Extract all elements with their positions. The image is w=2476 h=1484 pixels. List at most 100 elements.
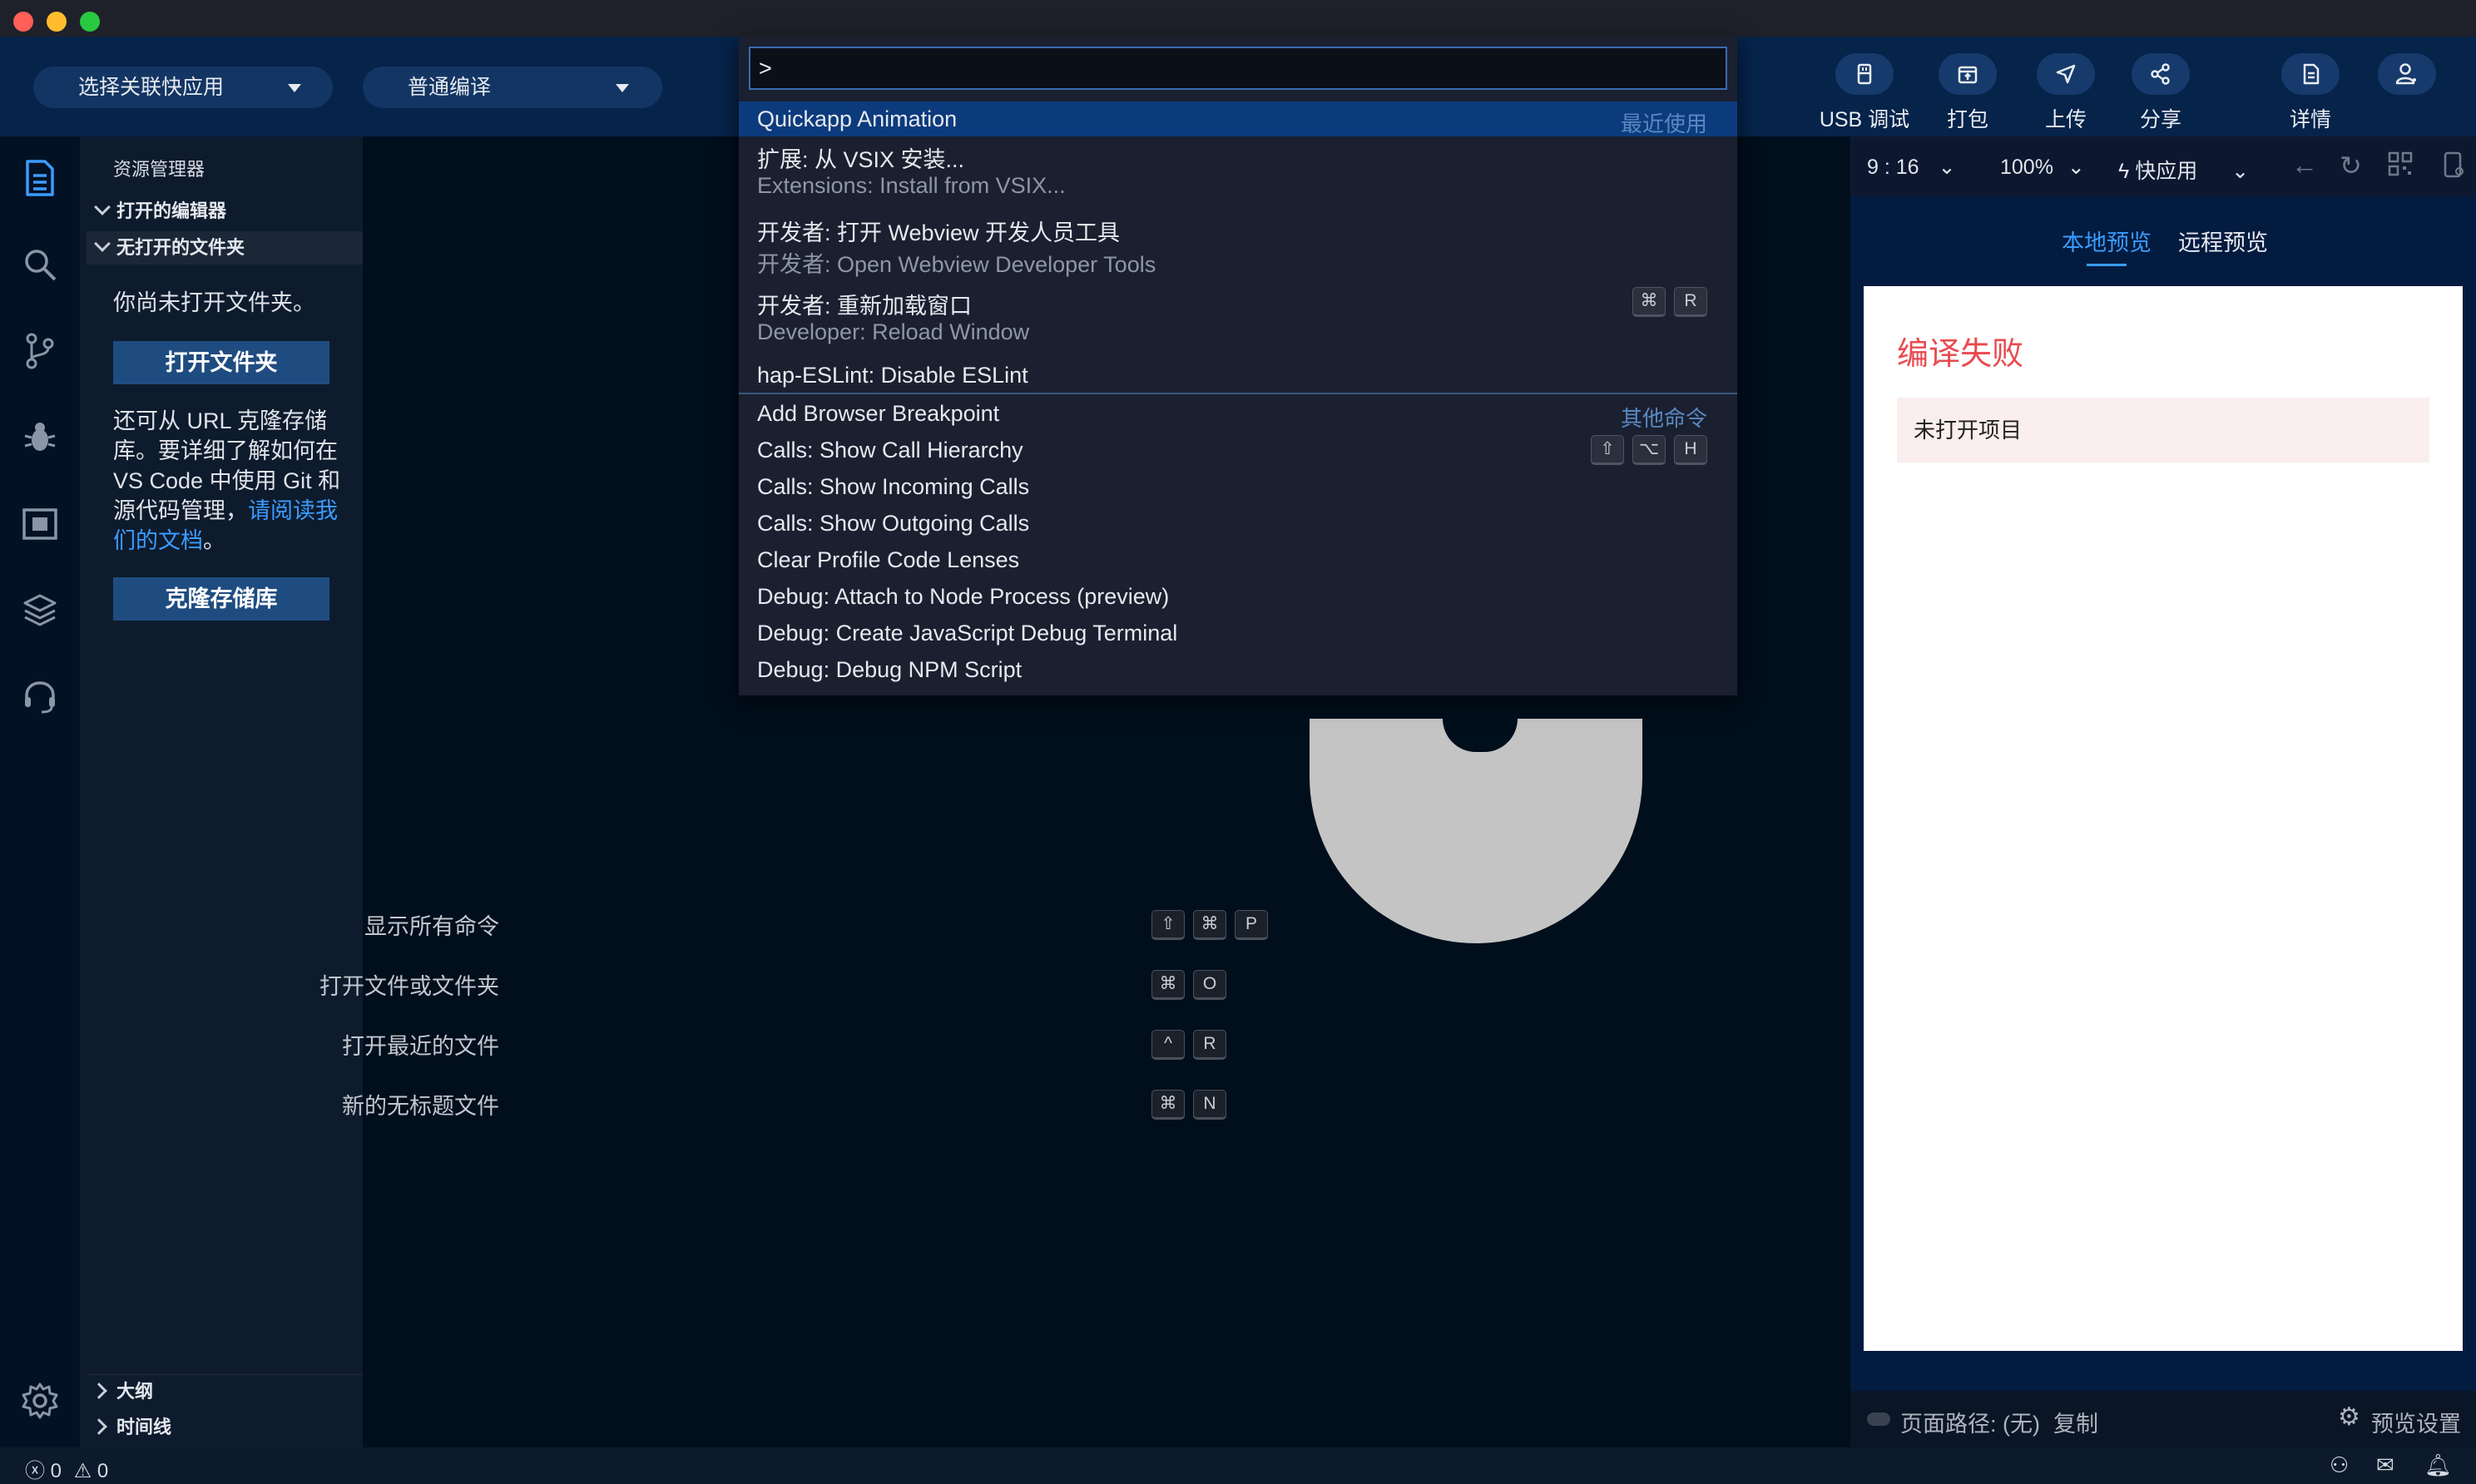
close-window-button[interactable] <box>13 12 33 32</box>
aspect-ratio-select[interactable]: 9 : 16 ⌄ <box>1867 155 1955 180</box>
explorer-sidebar: 资源管理器 打开的编辑器 无打开的文件夹 你尚未打开文件夹。 打开文件夹 还可从… <box>80 136 363 1447</box>
hint-open-file: 打开文件或文件夹 ⌘ O <box>319 970 1850 1003</box>
debug-activity-button[interactable] <box>18 416 62 459</box>
usb-icon <box>1857 63 1872 85</box>
command-title: Clear Profile Code Lenses <box>757 547 1020 572</box>
preview-footer: 页面路径: (无) 复制 ⚙ 预览设置 <box>1850 1391 2476 1447</box>
details-button[interactable]: 详情 <box>2256 53 2365 136</box>
chevron-right-icon <box>91 1383 107 1399</box>
headset-icon <box>25 681 55 714</box>
mail-icon[interactable]: ✉ <box>2376 1452 2394 1478</box>
search-icon <box>25 250 57 281</box>
support-activity-button[interactable] <box>18 675 62 719</box>
zoom-select[interactable]: 100% ⌄ <box>2000 155 2085 180</box>
qr-code-icon[interactable] <box>2388 151 2413 182</box>
command-title: Calls: Show Incoming Calls <box>757 474 1030 499</box>
refresh-icon[interactable]: ↻ <box>2340 150 2362 181</box>
timeline-label: 时间线 <box>116 1417 172 1437</box>
command-item[interactable]: Quickapp Animation 最近使用 <box>739 101 1737 136</box>
feedback-icon[interactable]: ⚇ <box>2330 1452 2349 1478</box>
status-bar: ⓧ 0 ⚠ 0 ⚇ ✉ 🔔︎ <box>0 1447 2476 1484</box>
lightning-icon: ϟ <box>2118 160 2130 183</box>
minimize-window-button[interactable] <box>47 12 67 32</box>
back-icon[interactable]: ← <box>2291 150 2318 181</box>
title-bar <box>0 0 2476 37</box>
app-type-select[interactable]: ϟ 快应用 ⌄ <box>2118 155 2249 185</box>
upload-label: 上传 <box>2044 108 2087 131</box>
command-item[interactable]: Calls: Show Outgoing Calls <box>739 506 1737 541</box>
tab-local-label: 本地预览 <box>2062 230 2152 255</box>
command-item[interactable]: 开发者: 打开 Webview 开发人员工具 开发者: Open Webview… <box>739 211 1737 283</box>
command-item[interactable]: Clear Profile Code Lenses <box>739 542 1737 577</box>
outline-section[interactable]: 大纲 <box>87 1374 363 1407</box>
command-item[interactable]: Debug: Attach to Node Process (preview) <box>739 579 1737 614</box>
no-folder-label: 无打开的文件夹 <box>116 237 245 258</box>
key-shift: ⇧ <box>1151 910 1185 940</box>
gear-icon[interactable]: ⚙ <box>2338 1402 2360 1432</box>
tab-remote-label: 远程预览 <box>2178 230 2268 255</box>
clone-message-end: 。 <box>203 528 225 553</box>
open-editors-section[interactable]: 打开的编辑器 <box>87 195 363 228</box>
key-o: O <box>1193 970 1226 1000</box>
zoom-value: 100% <box>2000 156 2053 179</box>
problems-indicator[interactable]: ⓧ 0 ⚠ 0 <box>25 1454 108 1483</box>
usb-debug-label: USB 调试 <box>1819 108 1910 131</box>
command-item[interactable]: hap-ESLint: Disable ESLint <box>739 358 1737 393</box>
share-button[interactable]: 分享 <box>2107 53 2215 136</box>
package-label: 打包 <box>1946 108 1988 131</box>
package-button[interactable]: 打包 <box>1914 53 2022 136</box>
command-title: hap-ESLint: Disable ESLint <box>757 363 1028 388</box>
settings-activity-button[interactable] <box>18 1379 62 1422</box>
open-editors-label: 打开的编辑器 <box>116 200 227 221</box>
debug-icon <box>24 423 56 451</box>
bell-icon[interactable]: 🔔︎ <box>2424 1452 2452 1478</box>
command-palette-input[interactable] <box>749 47 1727 90</box>
clone-repo-button[interactable]: 克隆存储库 <box>113 577 329 621</box>
key-cmd: ⌘ <box>1632 287 1666 317</box>
source-control-icon <box>26 333 54 369</box>
command-item[interactable]: Calls: Show Incoming Calls <box>739 469 1737 504</box>
command-palette: Quickapp Animation 最近使用 扩展: 从 VSIX 安装...… <box>739 37 1737 695</box>
command-item[interactable]: Debug: Create JavaScript Debug Terminal <box>739 616 1737 650</box>
remote-activity-button[interactable] <box>18 502 62 546</box>
command-title: Calls: Show Outgoing Calls <box>757 511 1030 536</box>
command-title: 开发者: 重新加载窗口 <box>757 294 973 319</box>
maximize-window-button[interactable] <box>80 12 100 32</box>
layers-activity-button[interactable] <box>18 589 62 632</box>
command-title: Debug: Attach to Node Process (preview) <box>757 584 1170 609</box>
source-control-activity-button[interactable] <box>18 329 62 373</box>
error-count: 0 <box>50 1460 62 1482</box>
upload-button[interactable]: 上传 <box>2012 53 2120 136</box>
command-item[interactable]: Debug: Debug NPM Script <box>739 652 1737 687</box>
chevron-right-icon <box>91 1418 107 1435</box>
hint-label: 新的无标题文件 <box>342 1094 499 1119</box>
toggle-switch[interactable] <box>1867 1412 1890 1426</box>
no-folder-section[interactable]: 无打开的文件夹 <box>87 231 363 265</box>
outline-label: 大纲 <box>116 1381 154 1402</box>
other-commands-tag: 其他命令 <box>1620 406 1707 431</box>
tab-local-preview[interactable]: 本地预览 <box>2062 225 2152 266</box>
account-button[interactable] <box>2353 53 2461 136</box>
command-item[interactable]: 扩展: 从 VSIX 安装... Extensions: Install fro… <box>739 138 1737 210</box>
command-item[interactable]: Add Browser Breakpoint 其他命令 <box>739 396 1737 431</box>
device-icon[interactable] <box>2443 151 2464 184</box>
tab-remote-preview[interactable]: 远程预览 <box>2178 225 2268 257</box>
usb-debug-button[interactable]: USB 调试 <box>1810 53 1919 136</box>
open-folder-button[interactable]: 打开文件夹 <box>113 341 329 384</box>
compile-mode-select[interactable]: 普通编译 <box>363 67 662 108</box>
command-title: 扩展: 从 VSIX 安装... <box>757 147 965 172</box>
copy-link[interactable]: 复制 <box>2053 1406 2098 1438</box>
aspect-ratio-value: 9 : 16 <box>1867 156 1919 179</box>
preview-settings-link[interactable]: 预览设置 <box>2371 1406 2461 1438</box>
timeline-section[interactable]: 时间线 <box>87 1411 363 1444</box>
command-title: Debug: Debug NPM Script <box>757 657 1023 682</box>
app-select[interactable]: 选择关联快应用 <box>33 67 333 108</box>
command-item[interactable]: 开发者: 重新加载窗口 Developer: Reload Window ⌘ R <box>739 284 1737 356</box>
compile-error-message: 未打开项目 <box>1897 398 2429 463</box>
sidebar-title: 资源管理器 <box>113 159 206 180</box>
command-item[interactable]: Calls: Show Call Hierarchy ⇧ ⌥ H <box>739 433 1737 467</box>
command-title: Add Browser Breakpoint <box>757 401 1000 426</box>
search-activity-button[interactable] <box>18 243 62 286</box>
hint-label: 打开文件或文件夹 <box>319 974 499 999</box>
explorer-activity-button[interactable] <box>18 156 62 200</box>
